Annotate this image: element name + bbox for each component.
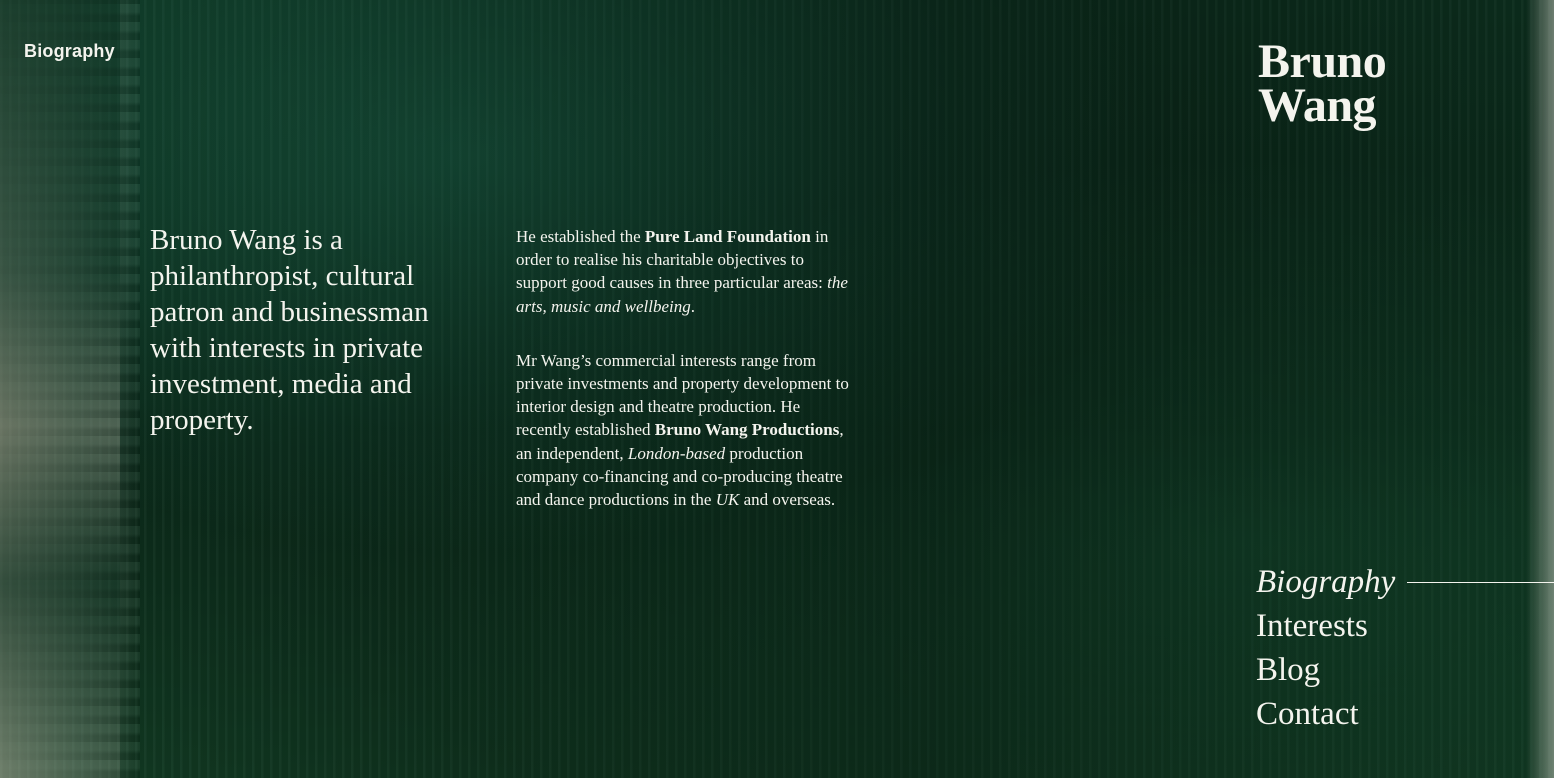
- text-run: .: [690, 296, 695, 316]
- site-logo[interactable]: Bruno Wang: [1258, 35, 1387, 132]
- intro-text: Bruno Wang is a philanthropist, cultural…: [150, 224, 429, 436]
- text-run: and overseas.: [739, 490, 836, 510]
- logo-line-1: Bruno: [1258, 35, 1387, 88]
- paragraph-foundation: He established the Pure Land Foundation …: [516, 225, 856, 318]
- nav-item-contact[interactable]: Contact: [1256, 692, 1554, 736]
- productions-name: Bruno Wang Productions: [654, 420, 840, 440]
- main-nav: Biography Interests Blog Contact: [1256, 560, 1554, 736]
- page-title: Biography: [24, 41, 115, 61]
- background-brush-strip: [0, 0, 140, 778]
- logo-line-2: Wang: [1258, 79, 1377, 132]
- biography-body: He established the Pure Land Foundation …: [516, 225, 856, 542]
- foundation-name: Pure Land Foundation: [644, 227, 811, 246]
- paragraph-commercial: Mr Wang’s commercial interests range fro…: [516, 349, 856, 511]
- country-text: UK: [715, 490, 740, 510]
- nav-item-interests[interactable]: Interests: [1256, 604, 1554, 648]
- nav-item-label: Biography: [1256, 564, 1396, 600]
- nav-item-biography[interactable]: Biography: [1256, 560, 1554, 604]
- text-run: He established the: [516, 227, 645, 246]
- active-indicator-line: [1407, 582, 1554, 583]
- location-text: London-based: [627, 443, 726, 463]
- nav-item-blog[interactable]: Blog: [1256, 648, 1554, 692]
